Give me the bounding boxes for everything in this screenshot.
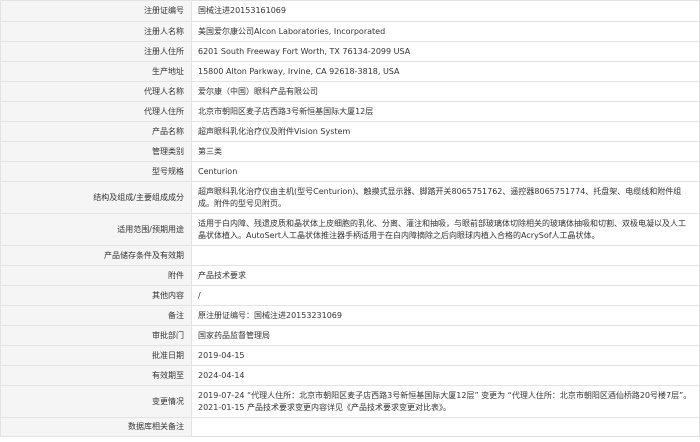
table-row: 生产地址 15800 Alton Parkway, Irvine, CA 926… bbox=[0, 61, 700, 82]
table-row: 型号规格 Centurion bbox=[0, 161, 700, 182]
row-label: 代理人住所 bbox=[0, 101, 192, 122]
registration-detail-table: 注册证编号 国械注进20153161069 注册人名称 美国爱尔康公司Alcon… bbox=[0, 0, 700, 437]
row-value: 2019-07-24 “代理人住所：北京市朝阳区麦子店西路3号新恒基国际大厦12… bbox=[191, 385, 700, 418]
table-row: 有效期至 2024-04-14 bbox=[0, 365, 700, 386]
row-label: 型号规格 bbox=[0, 161, 192, 182]
row-label: 注册证编号 bbox=[0, 0, 192, 22]
row-label: 有效期至 bbox=[0, 365, 192, 386]
row-value: 爱尔康（中国）眼科产品有限公司 bbox=[191, 81, 700, 102]
table-row: 备注 原注册证编号：国械注进20153231069 bbox=[0, 305, 700, 326]
row-value: 原注册证编号：国械注进20153231069 bbox=[191, 305, 700, 326]
table-row: 代理人名称 爱尔康（中国）眼科产品有限公司 bbox=[0, 81, 700, 102]
row-value: 美国爱尔康公司Alcon Laboratories, Incorporated bbox=[191, 21, 700, 42]
row-value: Centurion bbox=[191, 161, 700, 182]
table-row: 附件 产品技术要求 bbox=[0, 265, 700, 286]
table-row: 批准日期 2019-04-15 bbox=[0, 345, 700, 366]
table-row: 注册人住所 6201 South Freeway Fort Worth, TX … bbox=[0, 41, 700, 62]
row-value bbox=[191, 417, 700, 437]
table-row: 管理类别 第三类 bbox=[0, 141, 700, 162]
row-label: 产品名称 bbox=[0, 121, 192, 142]
table-row: 数据库相关备注 bbox=[0, 417, 700, 437]
row-value: / bbox=[191, 285, 700, 306]
row-value: 6201 South Freeway Fort Worth, TX 76134-… bbox=[191, 41, 700, 62]
row-label: 适用范围/预期用途 bbox=[0, 213, 192, 246]
row-value: 2019-04-15 bbox=[191, 345, 700, 366]
row-label: 注册人名称 bbox=[0, 21, 192, 42]
row-value: 15800 Alton Parkway, Irvine, CA 92618-38… bbox=[191, 61, 700, 82]
table-row: 其他内容 / bbox=[0, 285, 700, 306]
row-label: 结构及组成/主要组成成分 bbox=[0, 181, 192, 214]
row-label: 其他内容 bbox=[0, 285, 192, 306]
table-row: 注册证编号 国械注进20153161069 bbox=[0, 0, 700, 22]
row-label: 代理人名称 bbox=[0, 81, 192, 102]
table-row: 注册人名称 美国爱尔康公司Alcon Laboratories, Incorpo… bbox=[0, 21, 700, 42]
row-value bbox=[191, 245, 700, 266]
row-value: 国家药品监督管理局 bbox=[191, 325, 700, 346]
row-label: 管理类别 bbox=[0, 141, 192, 162]
table-row: 变更情况 2019-07-24 “代理人住所：北京市朝阳区麦子店西路3号新恒基国… bbox=[0, 385, 700, 418]
row-value: 超声眼科乳化治疗仪及附件Vision System bbox=[191, 121, 700, 142]
row-label: 数据库相关备注 bbox=[0, 417, 192, 437]
row-label: 注册人住所 bbox=[0, 41, 192, 62]
row-label: 批准日期 bbox=[0, 345, 192, 366]
row-value: 产品技术要求 bbox=[191, 265, 700, 286]
table-row: 结构及组成/主要组成成分 超声眼科乳化治疗仪由主机(型号Centurion)、触… bbox=[0, 181, 700, 214]
table-row: 产品储存条件及有效期 bbox=[0, 245, 700, 266]
table-row: 审批部门 国家药品监督管理局 bbox=[0, 325, 700, 346]
table-row: 适用范围/预期用途 适用于白内障、残遗皮质和晶状体上皮细胞的乳化、分离、灌注和抽… bbox=[0, 213, 700, 246]
row-value: 第三类 bbox=[191, 141, 700, 162]
table-row: 代理人住所 北京市朝阳区麦子店西路3号新恒基国际大厦12层 bbox=[0, 101, 700, 122]
row-value: 超声眼科乳化治疗仪由主机(型号Centurion)、触摸式显示器、脚踏开关806… bbox=[191, 181, 700, 214]
row-label: 附件 bbox=[0, 265, 192, 286]
row-value: 北京市朝阳区麦子店西路3号新恒基国际大厦12层 bbox=[191, 101, 700, 122]
row-value: 国械注进20153161069 bbox=[191, 0, 700, 22]
row-label: 变更情况 bbox=[0, 385, 192, 418]
row-value: 2024-04-14 bbox=[191, 365, 700, 386]
table-row: 产品名称 超声眼科乳化治疗仪及附件Vision System bbox=[0, 121, 700, 142]
row-label: 产品储存条件及有效期 bbox=[0, 245, 192, 266]
row-value: 适用于白内障、残遗皮质和晶状体上皮细胞的乳化、分离、灌注和抽吸，与眼前部玻璃体切… bbox=[191, 213, 700, 246]
row-label: 审批部门 bbox=[0, 325, 192, 346]
row-label: 备注 bbox=[0, 305, 192, 326]
row-label: 生产地址 bbox=[0, 61, 192, 82]
